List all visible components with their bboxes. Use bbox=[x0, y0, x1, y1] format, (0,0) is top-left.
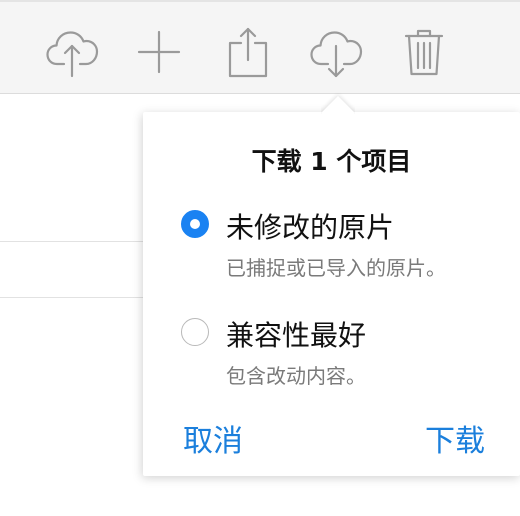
option-description: 包含改动内容。 bbox=[226, 364, 366, 388]
cancel-button[interactable]: 取消 bbox=[183, 416, 243, 460]
divider bbox=[0, 297, 150, 298]
option-description: 已捕捉或已导入的原片。 bbox=[226, 256, 446, 280]
plus-icon[interactable] bbox=[131, 24, 187, 80]
divider bbox=[0, 241, 150, 242]
share-icon[interactable] bbox=[220, 24, 276, 80]
cloud-upload-icon[interactable] bbox=[44, 24, 100, 80]
option-label: 兼容性最好 bbox=[226, 319, 367, 352]
popover-arrow bbox=[321, 90, 355, 114]
option-label: 未修改的原片 bbox=[226, 211, 395, 244]
radio-unchecked[interactable] bbox=[181, 318, 209, 346]
trash-icon[interactable] bbox=[396, 24, 452, 80]
radio-checked[interactable] bbox=[181, 210, 209, 238]
download-popover: 下载 1 个项目 未修改的原片 已捕捉或已导入的原片。 兼容性最好 包含改动内容… bbox=[143, 112, 520, 476]
download-button[interactable]: 下载 bbox=[425, 416, 485, 460]
toolbar bbox=[0, 0, 520, 94]
popover-title: 下载 1 个项目 bbox=[251, 147, 412, 176]
cloud-download-icon[interactable] bbox=[308, 24, 364, 80]
